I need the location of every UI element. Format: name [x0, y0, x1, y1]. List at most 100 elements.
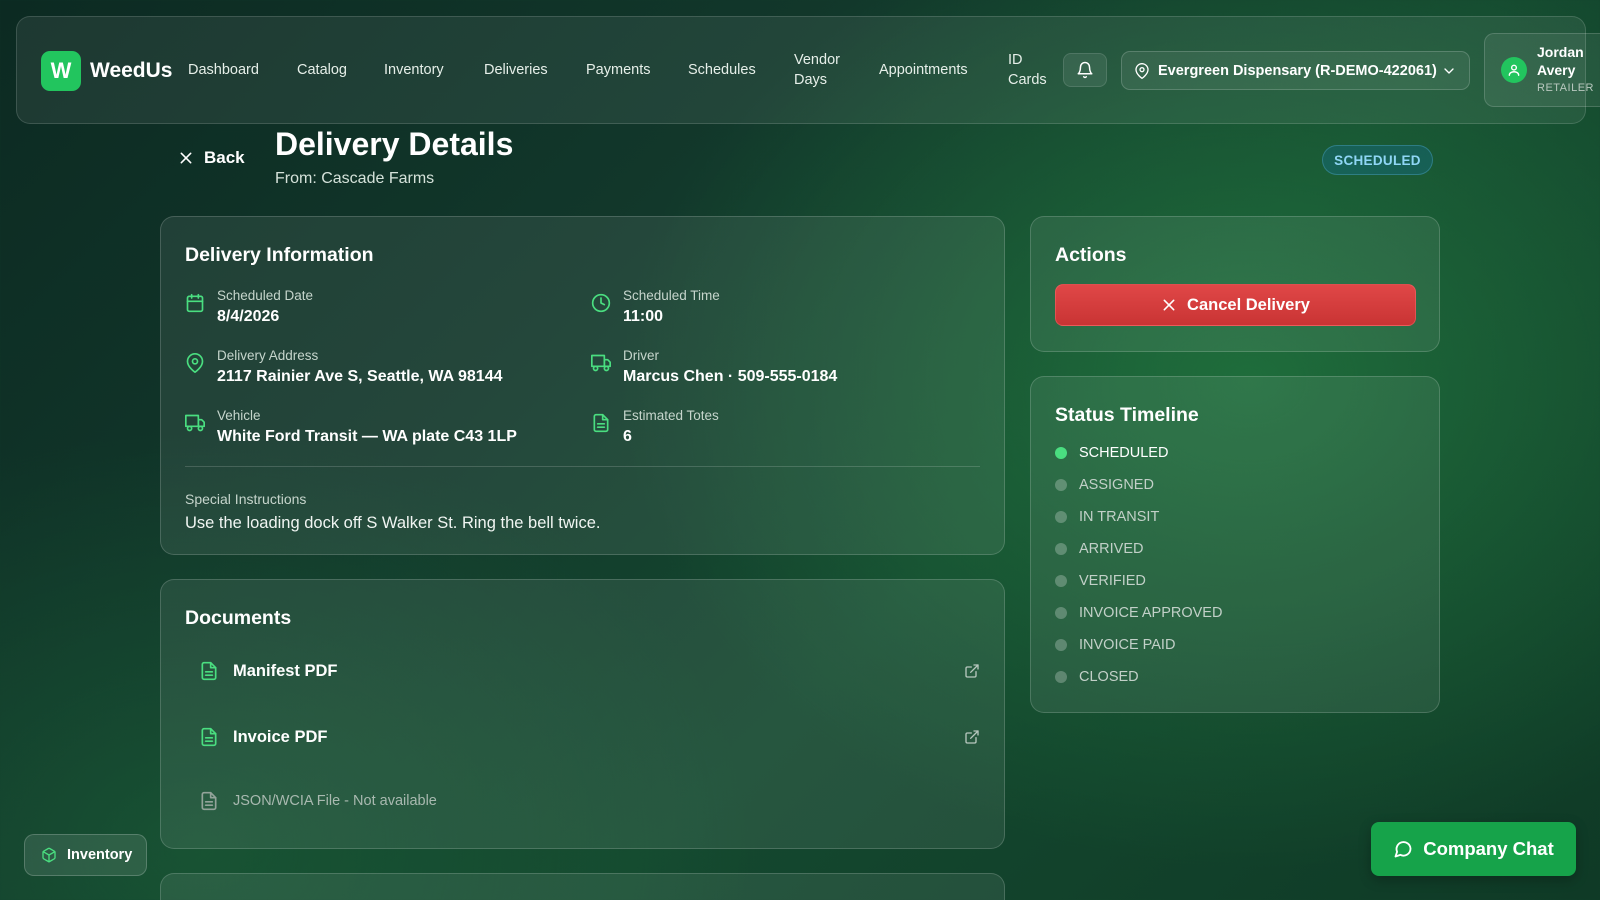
truck-icon	[185, 414, 205, 432]
logo[interactable]: W WeedUs	[41, 51, 172, 91]
divider	[185, 466, 980, 467]
cancel-delivery-button[interactable]: Cancel Delivery	[1055, 284, 1416, 326]
info-label: Scheduled Date	[217, 288, 314, 303]
chevron-down-icon	[1444, 67, 1454, 74]
info-value: White Ford Transit — WA plate C43 1LP	[217, 428, 517, 445]
info-driver: Driver Marcus Chen · 509-555-0184	[591, 347, 837, 389]
info-value: 8/4/2026	[217, 308, 280, 325]
notifications-button[interactable]	[1063, 53, 1107, 87]
nav-link-inventory[interactable]: Inventory	[384, 60, 444, 80]
nav-link-catalog[interactable]: Catalog	[297, 60, 347, 80]
nav-link-id-cards[interactable]: ID Cards	[1008, 50, 1047, 90]
delivery-information-card: Delivery Information Scheduled Date 8/4/…	[160, 216, 1005, 555]
timeline-label: SCHEDULED	[1079, 445, 1169, 461]
status-timeline-title: Status Timeline	[1055, 404, 1199, 426]
bell-icon	[1077, 61, 1093, 79]
timeline-dot	[1055, 543, 1067, 555]
nav-link-dashboard[interactable]: Dashboard	[188, 60, 259, 80]
actions-title: Actions	[1055, 244, 1127, 266]
info-label: Delivery Address	[217, 348, 319, 363]
clock-icon	[591, 293, 611, 313]
document-row-manifest[interactable]: Manifest PDF	[199, 661, 980, 681]
timeline-step: IN TRANSIT	[1055, 509, 1159, 525]
info-value: 11:00	[623, 308, 664, 325]
document-row-json-wcia: JSON/WCIA File - Not available	[199, 791, 980, 811]
timeline-label: INVOICE PAID	[1079, 637, 1176, 653]
info-label: Driver	[623, 348, 659, 363]
document-icon	[201, 727, 217, 747]
user-name: Jordan Avery	[1537, 44, 1584, 78]
info-label: Scheduled Time	[623, 288, 720, 303]
document-name: Manifest PDF	[233, 661, 338, 680]
timeline-label: ARRIVED	[1079, 541, 1144, 557]
timeline-step: ARRIVED	[1055, 541, 1143, 557]
documents-card: Documents Manifest PDF Invoice PDF JSON/…	[160, 579, 1005, 849]
special-instructions-label: Special Instructions	[185, 491, 307, 507]
company-chat-button[interactable]: Company Chat	[1371, 822, 1576, 876]
timeline-dot	[1055, 575, 1067, 587]
info-value: Marcus Chen · 509-555-0184	[623, 368, 838, 385]
timeline-dot	[1055, 447, 1067, 459]
info-estimated-totes: Estimated Totes 6	[591, 407, 719, 449]
timeline-dot	[1055, 511, 1067, 523]
timeline-dot	[1055, 671, 1067, 683]
timeline-dot	[1055, 639, 1067, 651]
user-menu[interactable]: Jordan Avery RETAILER	[1484, 33, 1600, 107]
timeline-dot	[1055, 479, 1067, 491]
timeline-dot	[1055, 607, 1067, 619]
nav-link-payments[interactable]: Payments	[586, 60, 650, 80]
page-subtitle: From: Cascade Farms	[275, 170, 435, 187]
close-icon	[180, 152, 192, 164]
user-role: RETAILER	[1537, 82, 1594, 94]
timeline-label: IN TRANSIT	[1079, 509, 1160, 525]
special-instructions-value: Use the loading dock off S Walker St. Ri…	[185, 514, 601, 532]
document-icon	[201, 791, 217, 811]
location-select[interactable]: Evergreen Dispensary (R-DEMO-422061)	[1121, 51, 1470, 90]
top-nav: W WeedUs Dashboard Catalog Inventory Del…	[16, 16, 1600, 124]
back-button[interactable]: Back	[178, 148, 245, 168]
next-card	[160, 873, 1005, 900]
inventory-float-button[interactable]: Inventory	[24, 834, 147, 876]
document-name: JSON/WCIA File - Not available	[233, 793, 437, 809]
timeline-label: INVOICE APPROVED	[1079, 605, 1223, 621]
location-select-value: Evergreen Dispensary (R-DEMO-422061)	[1158, 62, 1437, 79]
timeline-step: ASSIGNED	[1055, 477, 1154, 493]
info-delivery-address: Delivery Address 2117 Rainier Ave S, Sea…	[185, 347, 503, 389]
back-button-label: Back	[204, 148, 245, 167]
avatar	[1501, 57, 1527, 83]
timeline-label: VERIFIED	[1079, 573, 1146, 589]
delivery-information-title: Delivery Information	[185, 244, 374, 266]
documents-title: Documents	[185, 607, 292, 629]
timeline-step: CLOSED	[1055, 669, 1139, 685]
external-link-icon[interactable]	[964, 729, 980, 745]
document-name: Invoice PDF	[233, 727, 328, 746]
info-scheduled-date: Scheduled Date 8/4/2026	[185, 287, 313, 329]
info-value: 6	[623, 428, 632, 445]
actions-card: Actions Cancel Delivery	[1030, 216, 1440, 352]
info-label: Vehicle	[217, 408, 261, 423]
document-icon	[201, 661, 217, 681]
chat-bubble-icon	[1394, 841, 1412, 858]
close-icon	[1163, 299, 1175, 311]
info-value: 2117 Rainier Ave S, Seattle, WA 98144	[217, 368, 503, 385]
map-pin-icon	[1135, 62, 1149, 79]
box-icon	[42, 847, 56, 863]
external-link-icon[interactable]	[964, 663, 980, 679]
map-pin-icon	[186, 353, 204, 373]
status-timeline-card: Status Timeline SCHEDULED ASSIGNED IN TR…	[1030, 376, 1440, 713]
inventory-float-label: Inventory	[67, 847, 133, 863]
logo-badge: W	[41, 51, 81, 91]
nav-link-vendor-days[interactable]: Vendor Days	[794, 50, 840, 90]
nav-link-schedules[interactable]: Schedules	[688, 60, 756, 80]
truck-icon	[591, 354, 611, 372]
nav-link-appointments[interactable]: Appointments	[879, 60, 968, 80]
timeline-step: INVOICE PAID	[1055, 637, 1175, 653]
info-vehicle: Vehicle White Ford Transit — WA plate C4…	[185, 407, 517, 449]
page-title: Delivery Details	[275, 126, 514, 162]
nav-link-deliveries[interactable]: Deliveries	[484, 60, 548, 80]
info-scheduled-time: Scheduled Time 11:00	[591, 287, 720, 329]
timeline-step: SCHEDULED	[1055, 445, 1168, 461]
document-row-invoice[interactable]: Invoice PDF	[199, 727, 980, 747]
timeline-label: ASSIGNED	[1079, 477, 1154, 493]
timeline-step: INVOICE APPROVED	[1055, 605, 1222, 621]
